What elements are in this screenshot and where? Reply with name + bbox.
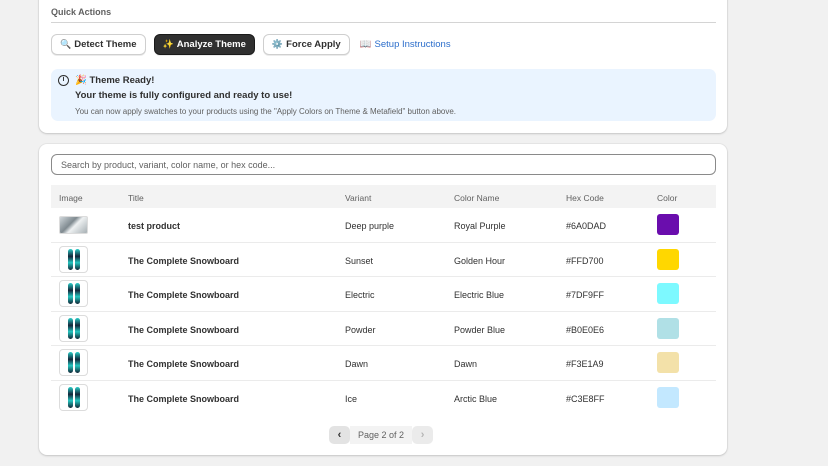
analyze-theme-button[interactable]: ✨ Analyze Theme [153, 34, 255, 55]
color-swatch[interactable] [657, 317, 679, 339]
search-placeholder: Search by product, variant, color name, … [61, 159, 276, 170]
variant-name: Powder [345, 324, 376, 335]
sparkles-icon: ✨ [162, 39, 174, 49]
table-row[interactable]: The Complete Snowboard Electric Electric B… [51, 277, 716, 312]
hex-code: #FFD700 [566, 255, 604, 266]
page-indicator: Page 2 of 2 [350, 426, 413, 444]
snowboard-image [68, 317, 73, 339]
magnifier-icon: 🔍 [60, 39, 72, 49]
header-hex-code: Hex Code [566, 193, 604, 203]
snowboard-thumbnail [59, 314, 88, 342]
product-title: The Complete Snowboard [128, 324, 240, 335]
setup-instructions-label: Setup Instructions [374, 39, 451, 50]
header-color: Color [657, 193, 678, 203]
color-name: Powder Blue [454, 324, 506, 335]
snowboard-image [68, 386, 73, 408]
banner-subtitle: Your theme is fully configured and ready… [75, 90, 293, 101]
product-title: The Complete Snowboard [128, 255, 240, 266]
table-body: test product Deep purple Royal Purple #6A0D… [51, 208, 716, 415]
color-swatch[interactable] [657, 248, 679, 270]
table-row[interactable]: The Complete Snowboard Powder Powder Blue #… [51, 312, 716, 346]
variant-name: Ice [345, 393, 358, 404]
analyze-theme-label: Analyze Theme [176, 39, 246, 50]
header-variant: Variant [345, 193, 372, 203]
snowboard-image [75, 386, 80, 408]
variant-name: Deep purple [345, 221, 395, 231]
snowboard-image [75, 283, 80, 304]
previous-page-button[interactable]: ‹ [329, 426, 350, 444]
snowboard-image [75, 248, 80, 270]
search-input[interactable]: Search by product, variant, color name, … [51, 154, 716, 175]
hex-code: #F3E1A9 [566, 359, 604, 369]
snowboard-thumbnail [59, 383, 88, 411]
hex-code: #7DF9FF [566, 290, 605, 300]
header-color-name: Color Name [454, 193, 500, 203]
color-swatch[interactable] [657, 386, 679, 408]
snowboard-image [68, 283, 73, 304]
quick-actions-heading: Quick Actions [51, 7, 112, 17]
color-swatch[interactable] [657, 352, 679, 373]
color-name: Royal Purple [454, 221, 506, 231]
product-title: The Complete Snowboard [128, 359, 240, 369]
product-title: test product [128, 221, 181, 231]
hex-code: #B0E0E6 [566, 324, 605, 335]
table-header: Image Title Variant Color Name Hex Code … [51, 185, 716, 208]
color-name: Electric Blue [454, 290, 505, 300]
header-image: Image [59, 193, 83, 203]
pagination: ‹ Page 2 of 2 › [329, 426, 434, 444]
color-swatch[interactable] [657, 214, 679, 235]
snowboard-image [75, 317, 80, 339]
snowboard-thumbnail [59, 245, 88, 273]
divider [51, 22, 716, 23]
info-icon: i [58, 75, 69, 86]
color-name: Dawn [454, 359, 478, 369]
table-row[interactable]: The Complete Snowboard Sunset Golden Hour #… [51, 243, 716, 277]
header-title: Title [128, 193, 144, 203]
snowboard-image [68, 248, 73, 270]
detect-theme-label: Detect Theme [74, 39, 137, 50]
color-name: Arctic Blue [454, 393, 498, 404]
quick-actions-card: Quick Actions 🔍 Detect Theme ✨ Analyze T… [39, 0, 727, 133]
setup-instructions-link[interactable]: 📖 Setup Instructions [360, 39, 451, 50]
color-swatch[interactable] [657, 283, 679, 304]
banner-title: 🎉 Theme Ready! [75, 75, 155, 86]
product-title: The Complete Snowboard [128, 290, 240, 300]
hex-code: #6A0DAD [566, 221, 607, 231]
next-page-button[interactable]: › [412, 426, 434, 444]
force-apply-label: Force Apply [286, 39, 341, 50]
book-icon: 📖 [359, 39, 372, 50]
product-title: The Complete Snowboard [128, 393, 240, 404]
snowboard-image [68, 352, 73, 373]
variant-name: Sunset [345, 255, 374, 266]
detect-theme-button[interactable]: 🔍 Detect Theme [51, 34, 146, 55]
table-row[interactable]: The Complete Snowboard Dawn Dawn #F3E1A9 [51, 346, 716, 381]
snowboard-thumbnail [59, 349, 88, 376]
table-row[interactable]: test product Deep purple Royal Purple #6A0D… [51, 208, 716, 243]
table-row[interactable]: The Complete Snowboard Ice Arctic Blue #C3E… [51, 381, 716, 416]
variant-name: Electric [345, 290, 375, 300]
hex-code: #C3E8FF [566, 393, 605, 404]
gear-icon: ⚙️ [271, 39, 284, 49]
quick-actions-toolbar: 🔍 Detect Theme ✨ Analyze Theme ⚙️ Force … [51, 34, 451, 55]
product-photo-thumbnail [59, 216, 88, 234]
force-apply-button[interactable]: ⚙️ Force Apply [262, 34, 350, 55]
snowboard-thumbnail [59, 280, 88, 307]
swatch-table-card: Search by product, variant, color name, … [39, 144, 727, 455]
variant-name: Dawn [345, 359, 369, 369]
snowboard-image [75, 352, 80, 373]
color-name: Golden Hour [454, 255, 506, 266]
banner-note: You can now apply swatches to your produ… [75, 107, 457, 116]
theme-ready-banner: i 🎉 Theme Ready! Your theme is fully con… [51, 69, 716, 121]
